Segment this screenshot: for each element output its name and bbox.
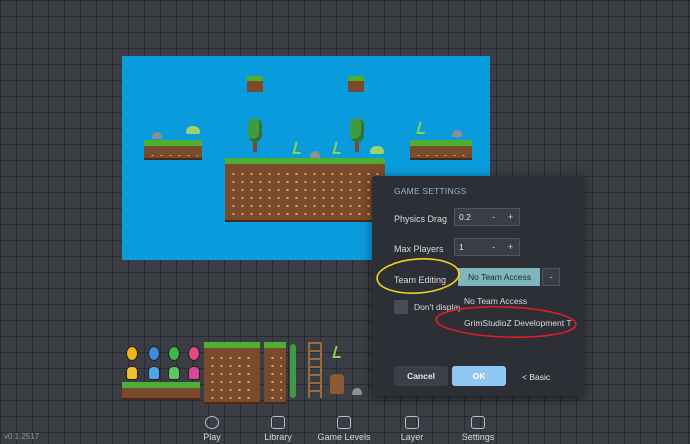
tile-ladder[interactable] xyxy=(308,342,322,398)
nav-play[interactable]: Play xyxy=(182,414,242,442)
team-option-grimstudioz[interactable]: GrimStudioZ Development T xyxy=(464,318,572,328)
team-editing-select[interactable]: No Team Access xyxy=(458,268,540,286)
platform-right[interactable] xyxy=(410,140,472,160)
tile-vine[interactable] xyxy=(290,344,296,398)
tile-jar[interactable] xyxy=(330,374,344,394)
floating-block-left[interactable] xyxy=(247,76,263,92)
layers-icon xyxy=(405,416,419,429)
sprout-2[interactable] xyxy=(332,142,344,154)
nav-settings-label: Settings xyxy=(461,432,495,442)
team-editing-toggle-button[interactable]: - xyxy=(542,268,560,286)
nav-settings[interactable]: Settings xyxy=(448,414,508,442)
team-editing-label: Team Editing xyxy=(394,275,447,285)
tree-left[interactable] xyxy=(248,118,262,152)
dont-display-checkbox[interactable] xyxy=(394,300,408,314)
tile-sprout[interactable] xyxy=(332,346,344,358)
tile-palette[interactable] xyxy=(122,340,374,404)
nav-library[interactable]: Library xyxy=(248,414,308,442)
rock-left[interactable] xyxy=(152,132,162,139)
rock-right[interactable] xyxy=(452,130,462,137)
sliders-icon xyxy=(471,416,485,429)
main-ground[interactable] xyxy=(225,158,385,222)
max-players-value[interactable]: 1 xyxy=(455,242,485,252)
max-players-increase-button[interactable]: + xyxy=(502,242,519,252)
bush-left[interactable] xyxy=(186,126,200,134)
potion-yellow[interactable] xyxy=(126,366,138,380)
orb-blue[interactable] xyxy=(148,346,160,361)
potion-green[interactable] xyxy=(168,366,180,380)
floating-block-right[interactable] xyxy=(348,76,364,92)
physics-drag-decrease-button[interactable]: - xyxy=(485,212,502,222)
sprout-3[interactable] xyxy=(416,122,428,134)
potion-pink[interactable] xyxy=(188,366,200,380)
team-editing-dropdown: No Team Access GrimStudioZ Development T xyxy=(460,288,572,336)
nav-game-levels-label: Game Levels xyxy=(317,432,371,442)
settings-title: GAME SETTINGS xyxy=(394,186,467,196)
play-icon xyxy=(205,416,219,429)
dont-display-label: Don't display xyxy=(414,302,460,312)
tile-ground-strip[interactable] xyxy=(122,382,200,400)
nav-game-levels[interactable]: Game Levels xyxy=(314,414,374,442)
nav-layer[interactable]: Layer xyxy=(382,414,442,442)
cancel-button[interactable]: Cancel xyxy=(394,366,448,386)
basic-mode-link[interactable]: < Basic xyxy=(522,372,550,382)
tree-right[interactable] xyxy=(350,118,364,152)
nav-play-label: Play xyxy=(203,432,221,442)
orb-yellow[interactable] xyxy=(126,346,138,361)
physics-drag-stepper[interactable]: 0.2 - + xyxy=(454,208,520,226)
max-players-decrease-button[interactable]: - xyxy=(485,242,502,252)
bottom-nav: Play Library Game Levels Layer Settings xyxy=(0,414,690,444)
max-players-stepper[interactable]: 1 - + xyxy=(454,238,520,256)
cube-icon xyxy=(271,416,285,429)
orb-pink[interactable] xyxy=(188,346,200,361)
image-icon xyxy=(337,416,351,429)
bush-middle[interactable] xyxy=(370,146,384,154)
team-option-no-access[interactable]: No Team Access xyxy=(464,296,527,306)
tile-ground-pillar[interactable] xyxy=(264,342,286,404)
physics-drag-value[interactable]: 0.2 xyxy=(455,212,485,222)
nav-library-label: Library xyxy=(264,432,292,442)
version-label: v0.1.2517 xyxy=(4,432,40,441)
sprout-1[interactable] xyxy=(292,142,304,154)
tile-ground-large[interactable] xyxy=(204,342,260,404)
rock-middle[interactable] xyxy=(310,151,320,158)
ok-button[interactable]: OK xyxy=(452,366,506,386)
orb-green[interactable] xyxy=(168,346,180,361)
nav-layer-label: Layer xyxy=(400,432,424,442)
potion-blue[interactable] xyxy=(148,366,160,380)
platform-left[interactable] xyxy=(144,140,202,160)
physics-drag-label: Physics Drag xyxy=(394,214,448,224)
physics-drag-increase-button[interactable]: + xyxy=(502,212,519,222)
max-players-label: Max Players xyxy=(394,244,444,254)
tile-rock[interactable] xyxy=(352,388,362,395)
game-settings-panel: GAME SETTINGS Physics Drag 0.2 - + Max P… xyxy=(372,176,584,396)
